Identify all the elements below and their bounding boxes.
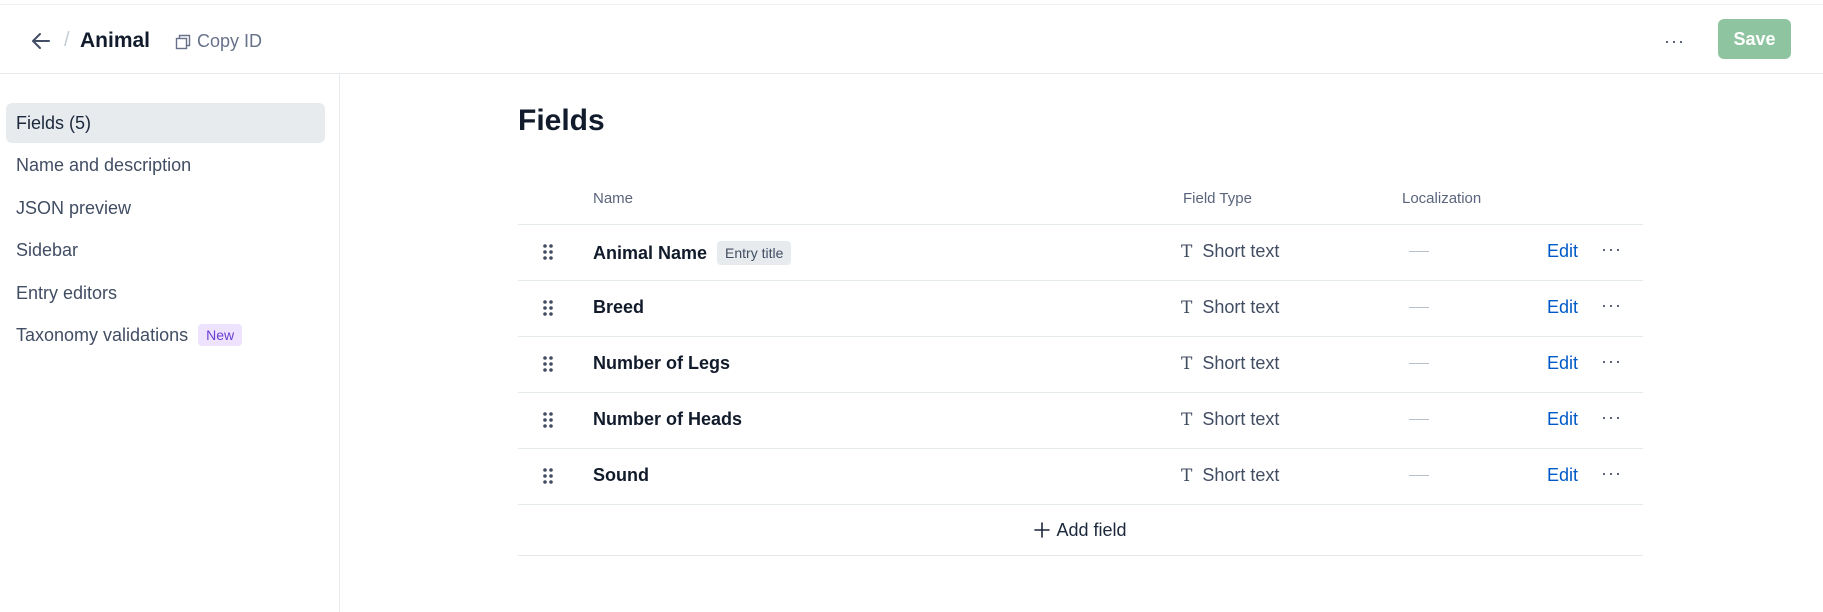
- field-more-options-button[interactable]: ···: [1601, 463, 1622, 484]
- field-name-text: Animal Name: [593, 242, 708, 263]
- field-type: T Short text: [1181, 297, 1279, 318]
- field-row: Breed T Short text Edit ···: [518, 281, 1643, 337]
- sidebar-item-taxonomy-validations[interactable]: Taxonomy validations New: [6, 315, 325, 355]
- field-type: T Short text: [1181, 465, 1279, 486]
- more-options-button[interactable]: ···: [1664, 31, 1685, 52]
- top-bar: / Animal Copy ID ··· Save: [0, 4, 1823, 74]
- field-name: Breed: [593, 297, 644, 318]
- save-button[interactable]: Save: [1718, 19, 1791, 59]
- back-button[interactable]: [28, 29, 54, 53]
- sidebar-item-json-preview[interactable]: JSON preview: [6, 188, 325, 228]
- edit-field-link[interactable]: Edit: [1547, 353, 1578, 374]
- sidebar-item-label: Entry editors: [16, 282, 118, 303]
- localization-empty-dash: [1409, 419, 1429, 420]
- localization-empty-dash: [1409, 363, 1429, 364]
- column-header-name: Name: [593, 190, 634, 207]
- localization-empty-dash: [1409, 307, 1429, 308]
- text-type-icon: T: [1181, 465, 1193, 486]
- section-title: Fields: [518, 104, 605, 137]
- arrow-left-icon: [32, 33, 50, 49]
- sidebar-item-label: Name and description: [16, 154, 192, 175]
- field-more-options-button[interactable]: ···: [1601, 295, 1622, 316]
- add-field-button[interactable]: Add field: [518, 505, 1643, 556]
- field-type-label: Short text: [1202, 465, 1280, 485]
- text-type-icon: T: [1181, 297, 1193, 318]
- field-name: Number of Heads: [593, 409, 742, 430]
- localization-empty-dash: [1409, 475, 1429, 476]
- sidebar-item-label: JSON preview: [16, 197, 132, 218]
- plus-icon: [1034, 522, 1051, 538]
- drag-handle-icon[interactable]: [542, 355, 554, 379]
- column-header-localization: Localization: [1402, 190, 1482, 207]
- field-type: T Short text: [1181, 241, 1279, 262]
- add-field-label: Add field: [1056, 519, 1127, 540]
- sidebar-item-label: Fields (5): [16, 112, 92, 133]
- field-name: Number of Legs: [593, 353, 730, 374]
- sidebar: Fields (5) Name and description JSON pre…: [0, 74, 340, 612]
- field-name: Animal Name Entry title: [593, 241, 792, 265]
- edit-field-link[interactable]: Edit: [1547, 241, 1578, 262]
- sidebar-item-sidebar[interactable]: Sidebar: [6, 230, 325, 270]
- field-row: Number of Heads T Short text Edit ···: [518, 393, 1643, 449]
- sidebar-item-name-and-description[interactable]: Name and description: [6, 145, 325, 185]
- field-row: Sound T Short text Edit ···: [518, 449, 1643, 505]
- field-type: T Short text: [1181, 353, 1279, 374]
- drag-handle-icon[interactable]: [542, 411, 554, 435]
- drag-handle-icon[interactable]: [542, 299, 554, 323]
- field-type-label: Short text: [1202, 353, 1280, 373]
- text-type-icon: T: [1181, 353, 1193, 374]
- entry-title-tag: Entry title: [717, 241, 792, 265]
- field-name-text: Number of Heads: [593, 409, 743, 429]
- field-row: Animal Name Entry title T Short text Edit ···: [518, 225, 1643, 281]
- sidebar-item-label: Taxonomy validations: [16, 324, 189, 345]
- new-badge: New: [198, 324, 243, 346]
- field-type: T Short text: [1181, 409, 1279, 430]
- field-type-label: Short text: [1202, 297, 1280, 317]
- copy-id-button[interactable]: Copy ID: [175, 31, 262, 52]
- field-name-text: Number of Legs: [593, 353, 731, 373]
- sidebar-item-fields[interactable]: Fields (5): [6, 103, 325, 143]
- edit-field-link[interactable]: Edit: [1547, 297, 1578, 318]
- field-more-options-button[interactable]: ···: [1601, 239, 1622, 260]
- field-row: Number of Legs T Short text Edit ···: [518, 337, 1643, 393]
- text-type-icon: T: [1181, 409, 1193, 430]
- column-header-field-type: Field Type: [1183, 190, 1252, 207]
- field-type-label: Short text: [1202, 409, 1280, 429]
- field-name-text: Breed: [593, 297, 645, 317]
- field-name-text: Sound: [593, 465, 649, 485]
- sidebar-item-label: Sidebar: [16, 239, 79, 260]
- drag-handle-icon[interactable]: [542, 467, 554, 491]
- drag-handle-icon[interactable]: [542, 243, 554, 267]
- localization-empty-dash: [1409, 251, 1429, 252]
- text-type-icon: T: [1181, 241, 1193, 262]
- fields-table-header: Name Field Type Localization: [518, 185, 1643, 225]
- copy-id-label: Copy ID: [197, 31, 263, 51]
- edit-field-link[interactable]: Edit: [1547, 465, 1578, 486]
- page-title: Animal: [80, 29, 151, 52]
- copy-icon: [175, 34, 191, 49]
- sidebar-item-entry-editors[interactable]: Entry editors: [6, 273, 325, 313]
- field-type-label: Short text: [1202, 241, 1280, 261]
- field-more-options-button[interactable]: ···: [1601, 351, 1622, 372]
- edit-field-link[interactable]: Edit: [1547, 409, 1578, 430]
- breadcrumb-separator: /: [64, 29, 70, 51]
- field-name: Sound: [593, 465, 649, 486]
- field-more-options-button[interactable]: ···: [1601, 407, 1622, 428]
